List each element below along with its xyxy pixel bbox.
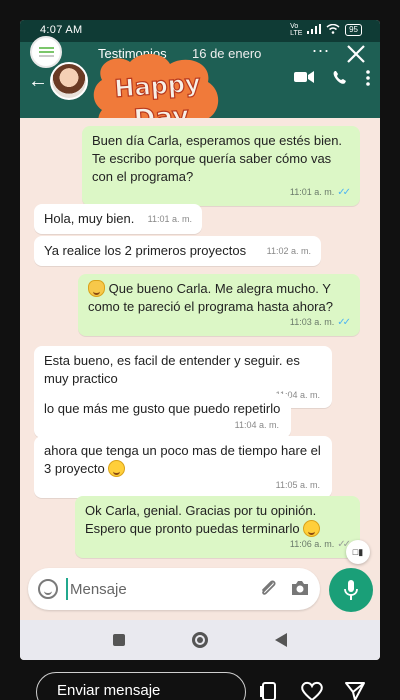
system-nav-bar	[20, 620, 380, 660]
send-icon[interactable]	[344, 680, 366, 700]
message-time: 11:04 a. m.	[234, 420, 279, 430]
close-icon[interactable]	[346, 44, 366, 69]
message-text: ahora que tenga un poco mas de tiempo ha…	[44, 443, 321, 476]
message-time: 11:01 a. m.	[147, 214, 192, 224]
message-text: Esta bueno, es facil de entender y segui…	[44, 353, 300, 386]
read-ticks-icon: ✓✓	[337, 317, 351, 328]
camera-icon[interactable]	[290, 579, 310, 602]
message-bubble[interactable]: lo que más me gusto que puedo repetirlo …	[34, 394, 291, 438]
recents-button[interactable]	[113, 634, 126, 646]
sidebar-toggle-button[interactable]: □▮	[346, 540, 370, 564]
message-time: 11:01 a. m. ✓✓	[289, 187, 351, 198]
message-text: Que bueno Carla. Me alegra mucho. Y como…	[88, 281, 333, 314]
message-text: lo que más me gusto que puedo repetirlo	[44, 401, 281, 416]
message-bubble[interactable]: ahora que tenga un poco mas de tiempo ha…	[34, 436, 332, 498]
message-text: Buen día Carla, esperamos que estés bien…	[92, 133, 343, 184]
message-composer	[28, 568, 320, 610]
party-face-emoji-icon	[88, 280, 105, 297]
attach-paperclip-icon[interactable]	[258, 578, 278, 603]
story-viewer: 4:07 AM Vo LTE 95 ← Testimonios 16 de en…	[0, 0, 400, 700]
home-button[interactable]	[191, 632, 208, 648]
story-avatar[interactable]	[30, 36, 62, 68]
message-time: 11:02 a. m.	[266, 246, 311, 256]
message-bubble[interactable]: Ok Carla, genial. Gracias por tu opinión…	[75, 496, 360, 558]
back-button[interactable]	[274, 633, 287, 647]
message-bubble[interactable]: Buen día Carla, esperamos que estés bien…	[82, 126, 360, 206]
emoji-picker-icon[interactable]	[38, 579, 58, 599]
message-time: 11:05 a. m.	[275, 480, 320, 490]
message-time: 11:03 a. m. ✓✓	[289, 317, 351, 328]
story-content: 4:07 AM Vo LTE 95 ← Testimonios 16 de en…	[20, 20, 380, 660]
message-bubble[interactable]: Ya realice los 2 primeros proyectos 11:0…	[34, 236, 321, 266]
message-input[interactable]	[66, 578, 246, 600]
heart-icon[interactable]	[300, 680, 324, 700]
share-icon[interactable]	[258, 680, 280, 700]
microphone-icon	[344, 580, 358, 600]
message-bubble[interactable]: Que bueno Carla. Me alegra mucho. Y como…	[78, 274, 360, 336]
message-time: 11:06 a. m. ✓✓	[289, 539, 351, 550]
story-actions	[258, 680, 366, 700]
read-ticks-icon: ✓✓	[337, 187, 351, 198]
message-bubble[interactable]: Hola, muy bien. 11:01 a. m.	[34, 204, 202, 234]
more-options-icon[interactable]: ...	[312, 36, 330, 57]
story-reply-input[interactable]: Enviar mensaje	[36, 672, 246, 700]
chat-area: Buen día Carla, esperamos que estés bien…	[20, 118, 380, 570]
message-text: Hola, muy bien.	[44, 211, 135, 226]
message-text: Ok Carla, genial. Gracias por tu opinión…	[85, 503, 317, 536]
grinning-emoji-icon	[108, 460, 126, 477]
voice-record-button[interactable]	[329, 568, 373, 612]
message-text: Ya realice los 2 primeros proyectos	[44, 243, 247, 258]
